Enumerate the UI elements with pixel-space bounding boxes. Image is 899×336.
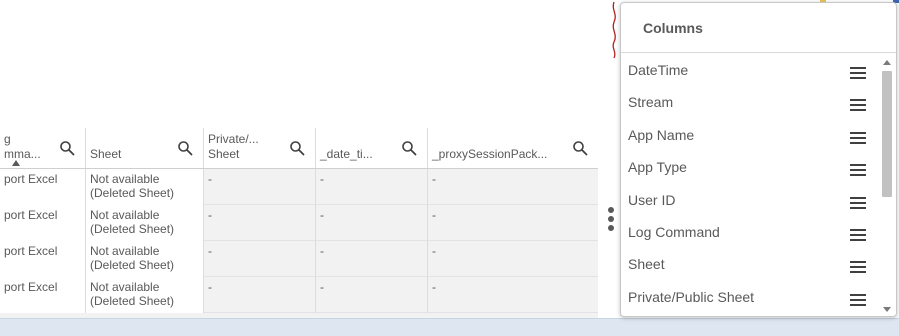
drag-handle-icon[interactable] xyxy=(850,67,866,79)
table-header: g mma... Sheet Private/... Sheet _date_t… xyxy=(0,128,598,169)
column-item-sheet[interactable]: Sheet xyxy=(621,250,879,282)
column-item-stream[interactable]: Stream xyxy=(621,88,879,120)
table-cell: - xyxy=(316,169,428,205)
drag-handle-icon[interactable] xyxy=(850,293,866,306)
column-header-label: _date_ti... xyxy=(320,147,373,161)
column-item-log-command[interactable]: Log Command xyxy=(621,218,879,250)
table-cell: - xyxy=(204,169,316,205)
column-header-label: Sheet xyxy=(90,147,122,161)
column-header-label: g mma... xyxy=(4,132,41,161)
table-cell: - xyxy=(432,172,436,186)
table-row[interactable]: port Excel Not available (Deleted Sheet)… xyxy=(0,241,598,277)
table-cell: Not available (Deleted Sheet) xyxy=(86,241,204,277)
column-item-private-public-sheet[interactable]: Private/Public Sheet xyxy=(621,283,879,315)
table-cell: - xyxy=(432,244,436,258)
scroll-down-arrow-icon[interactable] xyxy=(883,307,891,312)
search-icon[interactable] xyxy=(401,140,417,156)
vertical-ellipsis-icon[interactable] xyxy=(606,207,616,237)
column-item-label: App Name xyxy=(628,126,695,143)
column-header-private-sheet[interactable]: Private/... Sheet xyxy=(204,128,316,168)
table-cell: - xyxy=(316,205,428,241)
column-item-label: Stream xyxy=(628,94,674,111)
search-icon[interactable] xyxy=(572,140,588,156)
table-row[interactable]: port Excel Not available (Deleted Sheet)… xyxy=(0,277,598,313)
columns-panel: Columns DateTime Stream App Name App Typ… xyxy=(620,2,897,317)
scroll-thumb[interactable] xyxy=(882,71,892,197)
table-cell: - xyxy=(204,277,316,313)
table-row[interactable]: port Excel Not available (Deleted Sheet)… xyxy=(0,169,598,205)
search-icon[interactable] xyxy=(59,140,75,156)
column-header-label: Private/... Sheet xyxy=(208,132,259,161)
column-item-label: App Type xyxy=(628,159,687,176)
table-cell: port Excel xyxy=(0,241,86,277)
column-header-log-command[interactable]: g mma... xyxy=(0,128,86,168)
search-icon[interactable] xyxy=(289,140,305,156)
column-header-label: _proxySessionPack... xyxy=(432,147,548,161)
table-cell: port Excel xyxy=(0,205,86,241)
drag-handle-icon[interactable] xyxy=(850,164,866,177)
table-cell: - xyxy=(204,205,316,241)
table-cell: Not available (Deleted Sheet) xyxy=(86,277,204,313)
table-cell: port Excel xyxy=(0,169,86,205)
table-row[interactable]: port Excel Not available (Deleted Sheet)… xyxy=(0,205,598,241)
column-item-label: User ID xyxy=(628,191,676,208)
data-table: g mma... Sheet Private/... Sheet _date_t… xyxy=(0,128,598,318)
drag-handle-icon[interactable] xyxy=(850,196,866,209)
sort-ascending-icon xyxy=(12,160,20,166)
table-cell: - xyxy=(316,241,428,277)
column-item-app-name[interactable]: App Name xyxy=(621,121,879,153)
table-cell: - xyxy=(316,277,428,313)
columns-list: DateTime Stream App Name App Type User I… xyxy=(621,56,879,315)
table-cell: - xyxy=(204,241,316,277)
columns-scrollbar[interactable] xyxy=(880,56,894,316)
table-cell: - xyxy=(432,280,436,294)
search-icon[interactable] xyxy=(177,140,193,156)
column-item-datetime[interactable]: DateTime xyxy=(621,56,879,88)
columns-panel-title: Columns xyxy=(643,20,703,36)
drag-handle-icon[interactable] xyxy=(850,131,866,144)
table-cell: - xyxy=(432,208,436,222)
drag-handle-icon[interactable] xyxy=(850,228,866,241)
column-item-label: DateTime xyxy=(628,62,689,78)
drag-handle-icon[interactable] xyxy=(850,261,866,274)
column-header-date-time[interactable]: _date_ti... xyxy=(316,128,428,168)
drag-handle-icon[interactable] xyxy=(850,99,866,112)
column-item-user-id[interactable]: User ID xyxy=(621,186,879,218)
column-item-label: Log Command xyxy=(628,223,720,240)
table-cell: Not available (Deleted Sheet) xyxy=(86,205,204,241)
table-cell: Not available (Deleted Sheet) xyxy=(86,169,204,205)
table-cell: port Excel xyxy=(0,277,86,313)
column-header-sheet[interactable]: Sheet xyxy=(86,128,204,168)
column-header-proxy-session[interactable]: _proxySessionPack... xyxy=(428,128,598,168)
column-item-label: Sheet xyxy=(628,256,665,273)
status-bar xyxy=(0,318,899,336)
column-item-label: Private/Public Sheet xyxy=(628,288,755,305)
columns-panel-header: Columns xyxy=(621,3,896,53)
column-item-app-type[interactable]: App Type xyxy=(621,153,879,185)
scroll-up-arrow-icon[interactable] xyxy=(883,60,891,65)
